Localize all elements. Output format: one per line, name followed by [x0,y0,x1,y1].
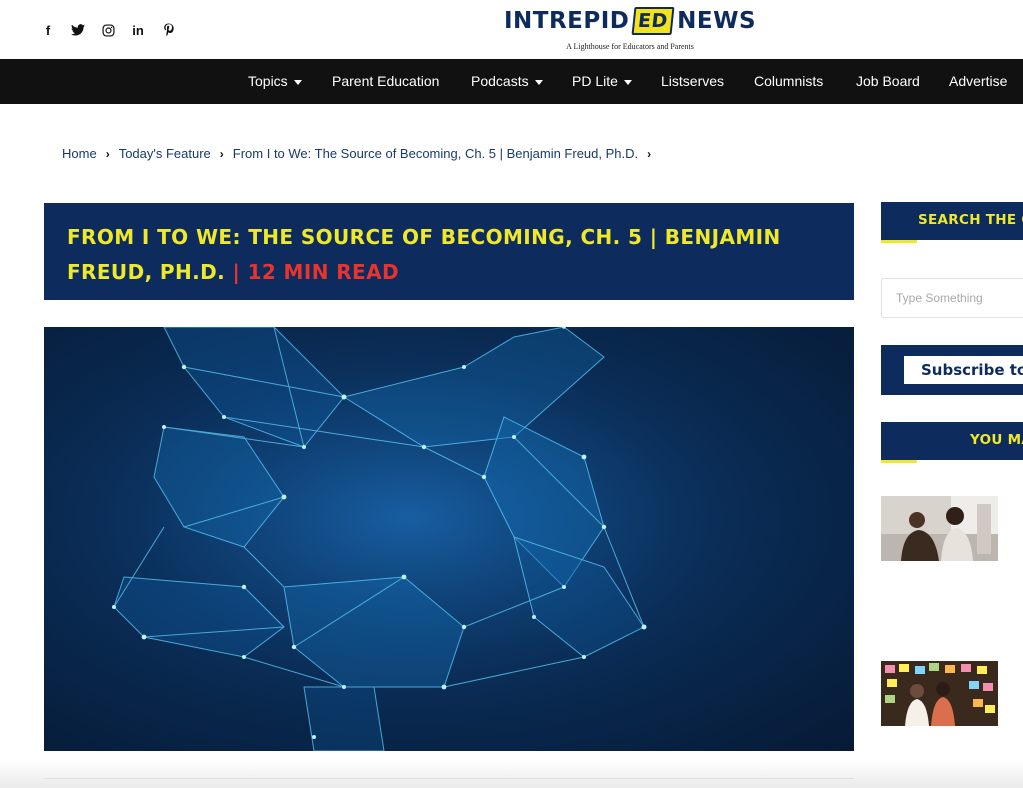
facebook-icon[interactable]: f [40,22,56,38]
subscribe-panel: Subscribe to [881,345,1023,395]
top-bar: f in INTREPID ED NEWS A Lighthouse for E… [0,0,1023,59]
logo-ed-badge: ED [631,7,675,35]
nav-label: Columnists [754,73,824,89]
nav-label: Topics [248,73,288,89]
pinterest-icon[interactable] [160,22,176,38]
nav-item-podcasts[interactable]: Podcasts [471,59,543,104]
sidebar-search-box [881,278,1023,318]
breadcrumb-current[interactable]: From I to We: The Source of Becoming, Ch… [233,146,638,161]
page-bottom-fade [0,760,1023,788]
sidebar-you-may-heading-text: YOU MA [970,432,1023,448]
site-logo[interactable]: INTREPID ED NEWS A Lighthouse for Educat… [504,6,756,56]
sticky-notes-photo [881,661,998,726]
connected-hands-illustration [44,327,854,751]
article-title: FROM I TO WE: THE SOURCE OF BECOMING, CH… [67,220,831,290]
read-time: 12 MIN READ [247,260,399,284]
nav-label: Listserves [661,73,725,89]
sidebar-search-heading-text: SEARCH THE C [918,212,1023,228]
related-article-thumbnail[interactable] [881,496,998,561]
nav-item-job-board[interactable]: Job Board [856,59,920,104]
title-separator: | [225,260,248,284]
breadcrumb: Home › Today's Feature › From I to We: T… [62,146,660,161]
sidebar-you-may-heading: YOU MA [881,422,1023,463]
main-nav: Topics Parent Education Podcasts PD Lite… [0,59,1023,104]
breadcrumb-separator-icon: › [647,146,652,161]
nav-label: Advertise [949,73,1008,89]
subscribe-button[interactable]: Subscribe to [904,356,1023,384]
linkedin-icon[interactable]: in [130,22,146,38]
nav-label: PD Lite [572,73,618,89]
breadcrumb-separator-icon: › [105,146,110,161]
nav-label: Parent Education [332,73,440,89]
social-links: f in [40,22,176,38]
nav-item-advertise[interactable]: Advertise [949,59,1007,104]
heading-accent-bar [881,240,917,243]
twitter-icon[interactable] [70,22,86,38]
breadcrumb-separator-icon: › [219,146,224,161]
article-title-text: FROM I TO WE: THE SOURCE OF BECOMING, CH… [67,225,781,284]
nav-item-columnists[interactable]: Columnists [754,59,823,104]
breadcrumb-section[interactable]: Today's Feature [119,146,211,161]
instagram-icon[interactable] [100,22,116,38]
parent-child-photo [881,496,998,561]
nav-item-parent-education[interactable]: Parent Education [332,59,439,104]
nav-item-pd-lite[interactable]: PD Lite [572,59,632,104]
related-article-thumbnail[interactable] [881,661,998,726]
logo-part-news: NEWS [677,8,757,34]
nav-item-listserves[interactable]: Listserves [661,59,724,104]
chevron-down-icon [534,79,543,85]
logo-wordmark: INTREPID ED NEWS [504,6,756,36]
nav-label: Podcasts [471,73,529,89]
nav-label: Job Board [856,73,920,89]
chevron-down-icon [293,79,302,85]
chevron-down-icon [623,79,632,85]
breadcrumb-home[interactable]: Home [62,146,97,161]
hero-image [44,327,854,751]
heading-accent-bar [881,460,917,463]
sidebar-search-heading: SEARCH THE C [881,202,1023,243]
search-input[interactable] [882,279,1023,317]
page: f in INTREPID ED NEWS A Lighthouse for E… [0,0,1023,788]
nav-item-topics[interactable]: Topics [248,59,302,104]
logo-tagline: A Lighthouse for Educators and Parents [566,42,694,51]
article-title-block: FROM I TO WE: THE SOURCE OF BECOMING, CH… [44,203,854,300]
logo-part-intrepid: INTREPID [503,8,630,34]
